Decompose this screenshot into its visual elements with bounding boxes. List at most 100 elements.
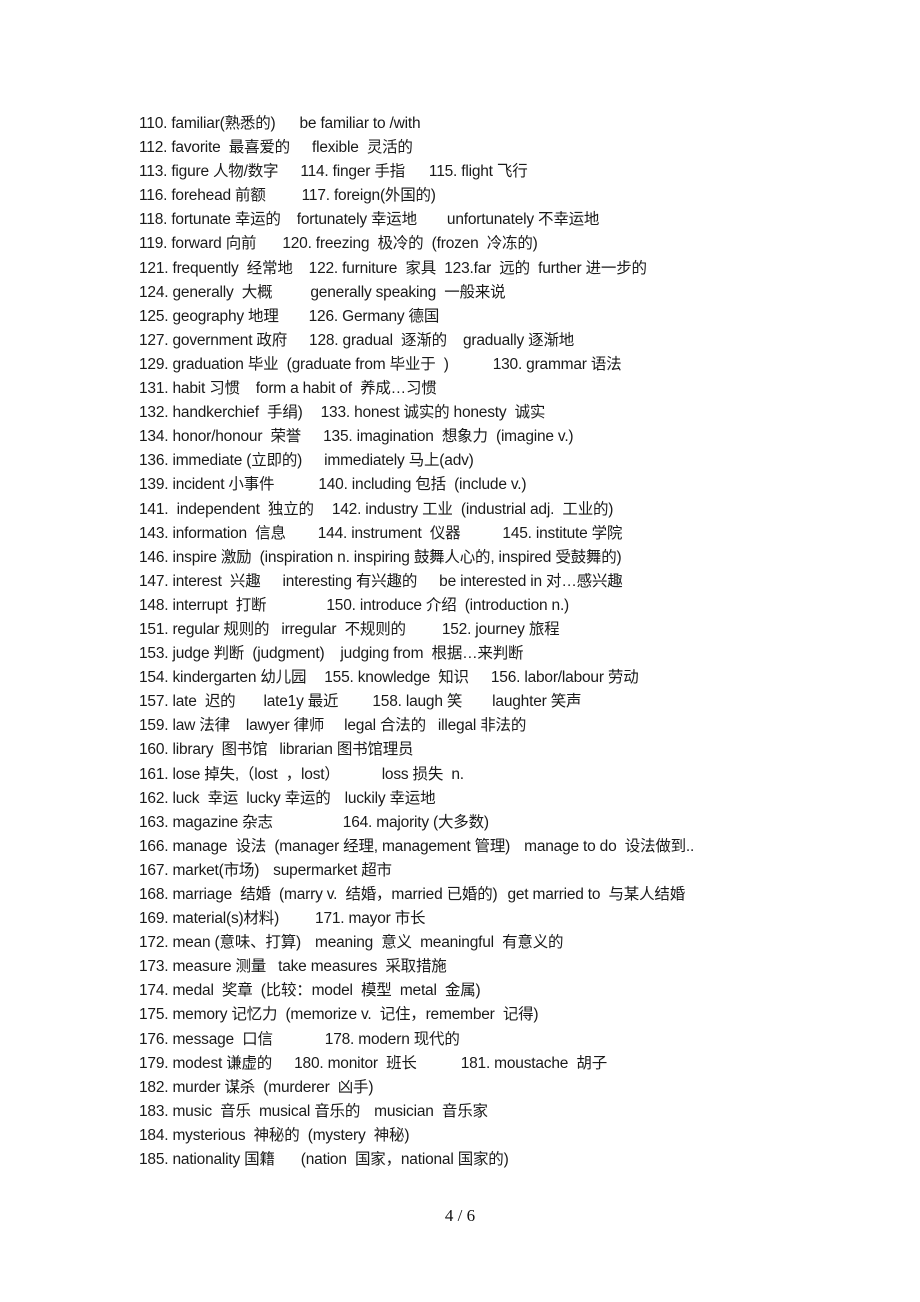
- vocabulary-line: 163. magazine 杂志 164. majority (大多数): [139, 812, 694, 836]
- vocabulary-entry: 132. handkerchief 手绢): [139, 404, 303, 422]
- vocabulary-entry: 160. library 图书馆: [139, 741, 268, 759]
- vocabulary-line: 116. forehead 前额 117. foreign(外国的): [139, 185, 694, 209]
- vocabulary-entry: 120. freezing 极冷的 (frozen 冷冻的): [282, 235, 538, 253]
- vocabulary-line: 112. favorite 最喜爱的 flexible 灵活的: [139, 137, 694, 161]
- vocabulary-entry: 185. nationality 国籍: [139, 1151, 275, 1169]
- vocabulary-entry: 139. incident 小事件: [139, 476, 275, 494]
- vocabulary-line: 174. medal 奖章 (比较：model 模型 metal 金属): [139, 980, 694, 1004]
- vocabulary-entry: 154. kindergarten 幼儿园: [139, 669, 307, 687]
- vocabulary-line: 154. kindergarten 幼儿园 155. knowledge 知识 15…: [139, 667, 694, 691]
- vocabulary-line: 173. measure 测量 take measures 采取措施: [139, 956, 694, 980]
- vocabulary-line: 125. geography 地理 126. Germany 德国: [139, 306, 694, 330]
- vocabulary-entry: 113. figure 人物/数字: [139, 163, 279, 181]
- vocabulary-entry: 150. introduce 介绍 (introduction n.): [326, 596, 570, 614]
- vocabulary-entry: 180. monitor 班长: [294, 1054, 417, 1072]
- vocabulary-entry: 151. regular 规则的: [139, 620, 270, 638]
- vocabulary-entry: 112. favorite 最喜爱的: [139, 139, 290, 157]
- vocabulary-entry: 148. interrupt 打断: [139, 596, 267, 614]
- vocabulary-entry: 110. familiar(熟悉的): [139, 115, 276, 132]
- vocabulary-entry: 183. music 音乐 musical 音乐的: [139, 1102, 361, 1120]
- vocabulary-entry: 115. flight 飞行: [428, 163, 528, 181]
- vocabulary-line: 131. habit 习惯 form a habit of 养成…习惯: [139, 378, 694, 402]
- vocabulary-line: 162. luck 幸运 lucky 幸运的 luckily 幸运地: [139, 788, 694, 812]
- vocabulary-entry: 127. government 政府: [139, 331, 288, 349]
- vocabulary-entry: 145. institute 学院: [502, 524, 623, 542]
- vocabulary-entry: immediately 马上(adv): [324, 452, 474, 470]
- vocabulary-entry: 161. lose 掉失,（lost ，lost）: [139, 765, 340, 783]
- vocabulary-entry: luckily 幸运地: [344, 789, 436, 807]
- vocabulary-entry: 143. information 信息: [139, 524, 286, 542]
- vocabulary-entry: librarian 图书馆理员: [279, 741, 414, 759]
- vocabulary-line: 182. murder 谋杀 (murderer 凶手): [139, 1077, 694, 1101]
- vocabulary-line: 167. market(市场) supermarket 超市: [139, 860, 694, 884]
- vocabulary-line: 110. familiar(熟悉的) be familiar to /with: [139, 113, 694, 137]
- vocabulary-entry: 146. inspire 激励 (inspiration n. inspirin…: [139, 548, 622, 566]
- page-number: 4 / 6: [444, 1206, 476, 1225]
- vocabulary-line: 129. graduation 毕业 (graduate from 毕业于 ) 1…: [139, 354, 694, 378]
- vocabulary-line: 121. frequently 经常地 122. furniture 家具 123…: [139, 258, 694, 282]
- vocabulary-entry: 171. mayor 市长: [315, 910, 426, 928]
- vocabulary-entry: 126. Germany 德国: [308, 307, 440, 325]
- vocabulary-entry: 140. including 包括 (include v.): [318, 476, 527, 494]
- vocabulary-entry: 175. memory 记忆力 (memorize v. 记住，remember…: [139, 1006, 539, 1024]
- vocabulary-entry: get married to 与某人结婚: [507, 886, 686, 903]
- vocabulary-entry: 114. finger 手指: [300, 163, 405, 181]
- vocabulary-line: 185. nationality 国籍 (nation 国家，national 国…: [139, 1149, 694, 1173]
- vocabulary-entry: 130. grammar 语法: [492, 355, 622, 373]
- vocabulary-entry: irregular 不规则的: [281, 620, 406, 638]
- vocabulary-entry: lawyer 律师: [245, 717, 325, 735]
- vocabulary-entry: 163. magazine 杂志: [139, 813, 273, 831]
- vocabulary-entry: illegal 非法的: [437, 717, 527, 735]
- vocabulary-entry: 142. industry 工业 (industrial adj. 工业的): [331, 500, 614, 518]
- vocabulary-entry: manage to do 设法做到..: [524, 837, 695, 855]
- vocabulary-entry: (nation 国家，national 国家的): [300, 1151, 509, 1169]
- vocabulary-line: 159. law 法律 lawyer 律师 legal 合法的 illegal 非法的: [139, 715, 694, 739]
- vocabulary-entry: laughter 笑声: [492, 693, 582, 711]
- vocabulary-entry: be interested in 对…感兴趣: [439, 572, 623, 590]
- vocabulary-entry: generally speaking 一般来说: [310, 283, 506, 301]
- vocabulary-entry: 167. market(市场): [139, 861, 260, 879]
- vocabulary-entry: judging from 根据…来判断: [340, 645, 524, 663]
- vocabulary-entry: 158. laugh 笑: [372, 693, 463, 711]
- vocabulary-line: 157. late 迟的 late1y 最近 158. laugh 笑 laughte…: [139, 691, 694, 715]
- vocabulary-line: 119. forward 向前 120. freezing 极冷的 (frozen…: [139, 233, 694, 257]
- vocabulary-line: 176. message 口信 178. modern 现代的: [139, 1029, 694, 1053]
- vocabulary-list: 110. familiar(熟悉的) be familiar to /with 11…: [139, 113, 694, 1173]
- vocabulary-entry: 173. measure 测量: [139, 958, 267, 976]
- vocabulary-line: 179. modest 谦虚的 180. monitor 班长 181. moust…: [139, 1053, 694, 1077]
- vocabulary-entry: 164. majority (大多数): [342, 813, 489, 831]
- vocabulary-entry: 182. murder 谋杀 (murderer 凶手): [139, 1078, 374, 1096]
- vocabulary-entry: 121. frequently 经常地: [139, 259, 293, 277]
- vocabulary-entry: 117. foreign(外国的): [301, 187, 436, 205]
- vocabulary-entry: 179. modest 谦虚的: [139, 1054, 273, 1072]
- vocabulary-line: 166. manage 设法 (manager 经理, management 管…: [139, 836, 694, 860]
- vocabulary-entry: gradually 逐渐地: [462, 331, 575, 349]
- vocabulary-entry: 162. luck 幸运 lucky 幸运的: [139, 789, 331, 807]
- vocabulary-entry: 128. gradual 逐渐的: [309, 331, 447, 349]
- vocabulary-entry: 184. mysterious 神秘的 (mystery 神秘): [139, 1126, 410, 1144]
- vocabulary-entry: late1y 最近: [263, 693, 339, 711]
- vocabulary-line: 168. marriage 结婚 (marry v. 结婚，married 已婚…: [139, 884, 694, 908]
- vocabulary-entry: 166. manage 设法 (manager 经理, management 管…: [139, 837, 511, 855]
- vocabulary-entry: 153. judge 判断 (judgment): [139, 645, 325, 663]
- vocabulary-entry: 157. late 迟的: [139, 693, 236, 711]
- vocabulary-entry: fortunately 幸运地: [296, 211, 417, 229]
- vocabulary-entry: musician 音乐家: [374, 1102, 488, 1120]
- vocabulary-line: 132. handkerchief 手绢) 133. honest 诚实的 hon…: [139, 402, 694, 426]
- vocabulary-entry: 144. instrument 仪器: [317, 524, 461, 542]
- vocabulary-entry: 133. honest 诚实的 honesty 诚实: [320, 404, 546, 422]
- vocabulary-entry: 118. fortunate 幸运的: [139, 211, 281, 229]
- vocabulary-entry: 131. habit 习惯: [139, 380, 240, 398]
- vocabulary-line: 141. independent 独立的 142. industry 工业 (in…: [139, 499, 694, 523]
- vocabulary-line: 175. memory 记忆力 (memorize v. 记住，remember…: [139, 1004, 694, 1028]
- vocabulary-line: 134. honor/honour 荣誉 135. imagination 想象力…: [139, 426, 694, 450]
- vocabulary-entry: interesting 有兴趣的: [282, 572, 418, 590]
- vocabulary-entry: 134. honor/honour 荣誉: [139, 428, 302, 446]
- vocabulary-entry: 147. interest 兴趣: [139, 572, 261, 590]
- vocabulary-line: 124. generally 大概 generally speaking 一般来说: [139, 282, 694, 306]
- vocabulary-entry: supermarket 超市: [273, 861, 392, 879]
- vocabulary-entry: unfortunately 不幸运地: [446, 211, 600, 229]
- vocabulary-entry: 135. imagination 想象力 (imagine v.): [323, 428, 574, 446]
- vocabulary-entry: 129. graduation 毕业 (graduate from 毕业于 ): [139, 355, 449, 373]
- vocabulary-line: 183. music 音乐 musical 音乐的 musician 音乐家: [139, 1101, 694, 1125]
